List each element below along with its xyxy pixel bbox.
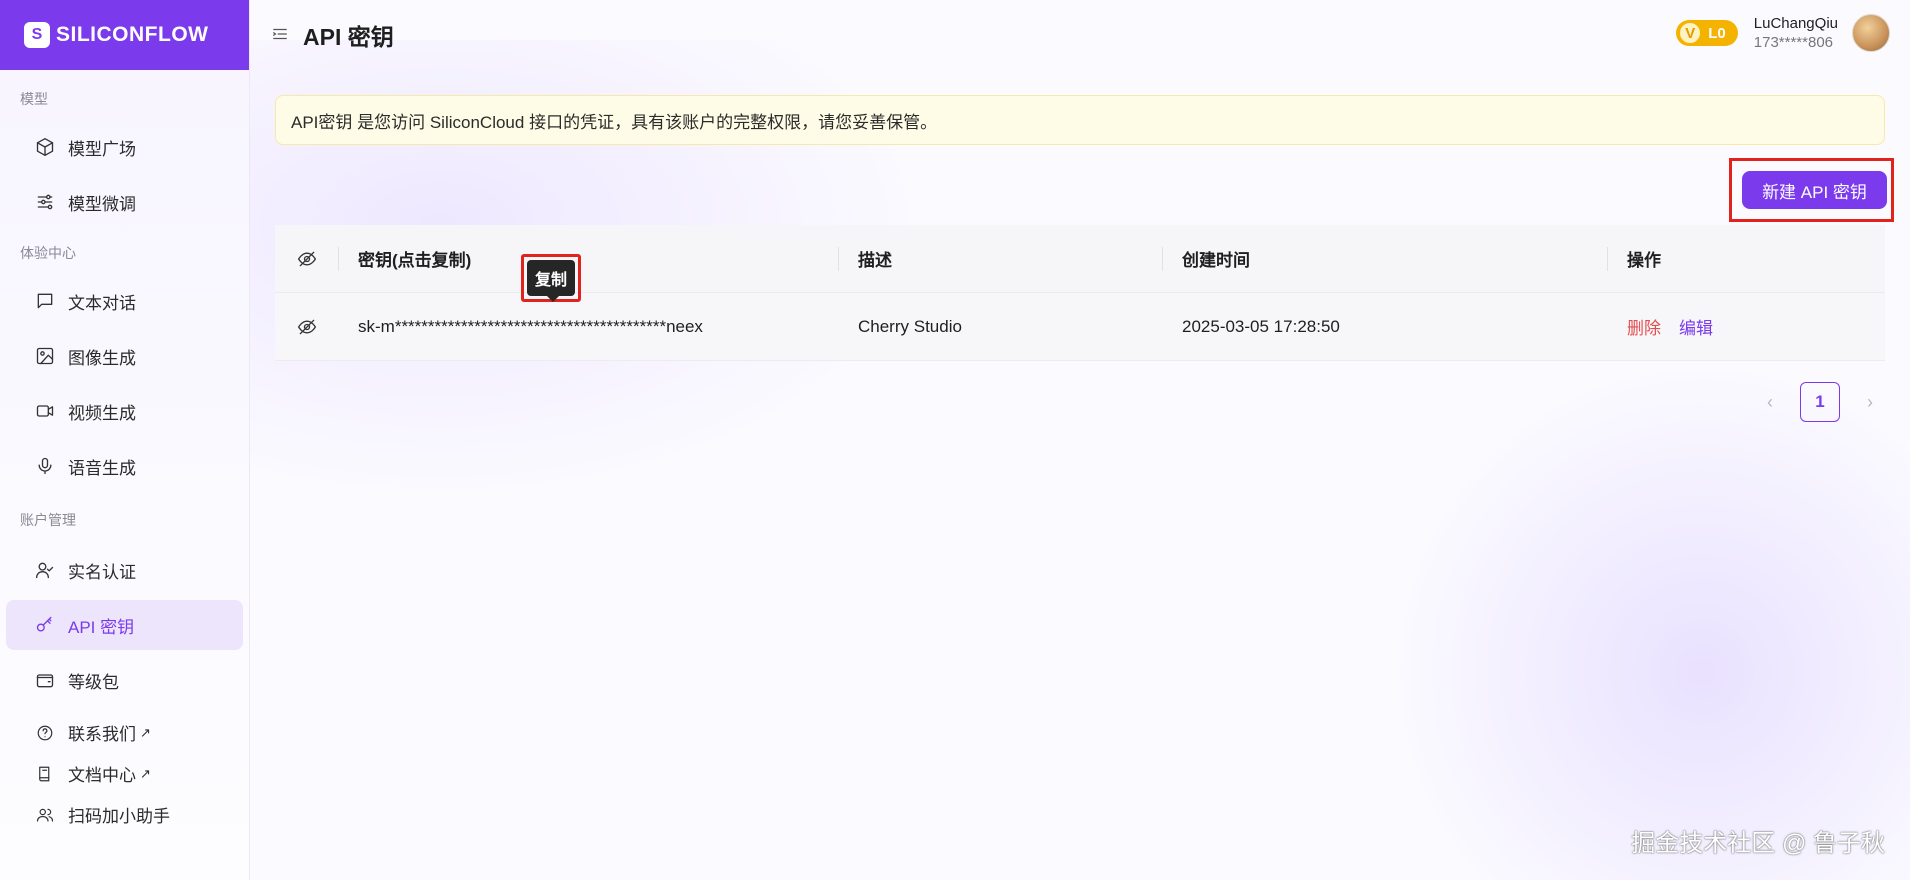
sidebar-item-label: 图像生成 <box>68 348 136 368</box>
sidebar-item-label: 扫码加小助手 <box>68 807 170 826</box>
table-row: sk-m************************************… <box>275 293 1885 361</box>
help-circle-icon <box>34 722 56 744</box>
user-phone: 173*****806 <box>1753 34 1834 51</box>
sidebar-item-assistant-qr[interactable]: 扫码加小助手 <box>6 794 243 835</box>
api-key-value[interactable]: sk-m************************************… <box>338 293 838 360</box>
user-name: LuChangQiu <box>1753 15 1838 32</box>
sidebar-item-label: 等级包 <box>68 672 119 692</box>
sidebar-item-model-finetune[interactable]: 模型微调 <box>6 177 243 227</box>
copy-tooltip: 复制 <box>527 260 575 302</box>
brand-name: SILICONFLOW <box>56 23 209 46</box>
cube-icon <box>34 136 56 158</box>
section-label-account: 账户管理 <box>20 512 76 528</box>
users-icon <box>34 804 56 826</box>
edit-link[interactable]: 编辑 <box>1679 314 1713 339</box>
sidebar-item-label: 语音生成 <box>68 458 136 478</box>
external-link-icon: ↗ <box>140 724 151 740</box>
microphone-icon <box>34 455 56 477</box>
delete-link[interactable]: 删除 <box>1627 314 1661 339</box>
avatar[interactable] <box>1852 14 1890 52</box>
sidebar-item-docs[interactable]: 文档中心 ↗ <box>6 753 243 794</box>
toggle-visibility-all-icon[interactable] <box>275 225 338 292</box>
sidebar-item-api-keys[interactable]: API 密钥 <box>6 600 243 650</box>
new-api-key-button[interactable]: 新建 API 密钥 <box>1742 171 1887 209</box>
sidebar-item-label: 实名认证 <box>68 562 136 582</box>
sliders-icon <box>34 191 56 213</box>
sidebar-item-level-package[interactable]: 等级包 <box>6 655 243 705</box>
prev-page-icon[interactable]: ‹ <box>1750 382 1790 422</box>
column-header-actions: 操作 <box>1607 225 1885 292</box>
vip-level-badge[interactable]: V L0 <box>1676 20 1738 46</box>
sidebar-item-video-gen[interactable]: 视频生成 <box>6 386 243 436</box>
chat-icon <box>34 290 56 312</box>
highlight-box: 新建 API 密钥 <box>1729 158 1894 222</box>
sidebar-item-label: 联系我们 <box>68 725 136 744</box>
sidebar-item-label: API 密钥 <box>68 617 135 637</box>
book-icon <box>34 763 56 785</box>
sidebar-item-text-chat[interactable]: 文本对话 <box>6 276 243 326</box>
user-check-icon <box>34 559 56 581</box>
page-number[interactable]: 1 <box>1800 382 1840 422</box>
sidebar-item-voice-gen[interactable]: 语音生成 <box>6 441 243 491</box>
table-header: 密钥(点击复制) 描述 创建时间 操作 <box>275 225 1885 293</box>
section-label-experience: 体验中心 <box>20 245 76 261</box>
highlight-box: 复制 <box>521 254 581 302</box>
pagination: ‹ 1 › <box>1750 382 1890 422</box>
sidebar: S SILICONFLOW 模型 模型广场 模型微调 体验中心 文本对话 图像生… <box>0 0 250 880</box>
level-label: L0 <box>1708 24 1726 42</box>
image-icon <box>34 345 56 367</box>
key-created-time: 2025-03-05 17:28:50 <box>1182 316 1340 336</box>
external-link-icon: ↗ <box>140 765 151 781</box>
sidebar-item-label: 文档中心 <box>68 766 136 785</box>
siliconflow-logo-icon: S <box>24 22 50 48</box>
top-header: API 密钥 V L0 LuChangQiu 173*****806 <box>251 0 1910 70</box>
row-actions: 删除 编辑 <box>1607 293 1885 360</box>
logo[interactable]: S SILICONFLOW <box>0 0 249 70</box>
sidebar-item-contact-us[interactable]: 联系我们 ↗ <box>6 712 243 753</box>
sidebar-item-model-square[interactable]: 模型广场 <box>6 122 243 172</box>
vip-icon: V <box>1678 21 1703 45</box>
watermark: 掘金技术社区 @ 鲁子秋 <box>1631 830 1885 857</box>
column-header-key: 密钥(点击复制) <box>338 225 838 292</box>
key-description: Cherry Studio <box>858 316 962 336</box>
page-title: API 密钥 <box>303 24 394 50</box>
info-notice: API密钥 是您访问 SiliconCloud 接口的凭证，具有该账户的完整权限… <box>275 95 1885 145</box>
user-area: V L0 LuChangQiu 173*****806 <box>1676 14 1890 52</box>
key-icon <box>34 614 56 636</box>
next-page-icon[interactable]: › <box>1850 382 1890 422</box>
sidebar-item-label: 文本对话 <box>68 293 136 313</box>
wallet-icon <box>34 669 56 691</box>
sidebar-item-real-name[interactable]: 实名认证 <box>6 545 243 595</box>
notice-text: API密钥 是您访问 SiliconCloud 接口的凭证，具有该账户的完整权限… <box>291 112 938 132</box>
api-keys-table: 密钥(点击复制) 描述 创建时间 操作 sk-m****************… <box>275 225 1885 361</box>
section-label-models: 模型 <box>20 91 48 107</box>
menu-collapse-icon[interactable] <box>271 25 291 45</box>
column-header-description: 描述 <box>838 225 1162 292</box>
sidebar-item-image-gen[interactable]: 图像生成 <box>6 331 243 381</box>
toggle-visibility-icon[interactable] <box>275 293 338 360</box>
sidebar-item-label: 模型微调 <box>68 194 136 214</box>
sidebar-item-label: 模型广场 <box>68 139 136 159</box>
video-icon <box>34 400 56 422</box>
column-header-created: 创建时间 <box>1162 225 1607 292</box>
user-info[interactable]: LuChangQiu 173*****806 <box>1754 14 1838 52</box>
sidebar-item-label: 视频生成 <box>68 403 136 423</box>
